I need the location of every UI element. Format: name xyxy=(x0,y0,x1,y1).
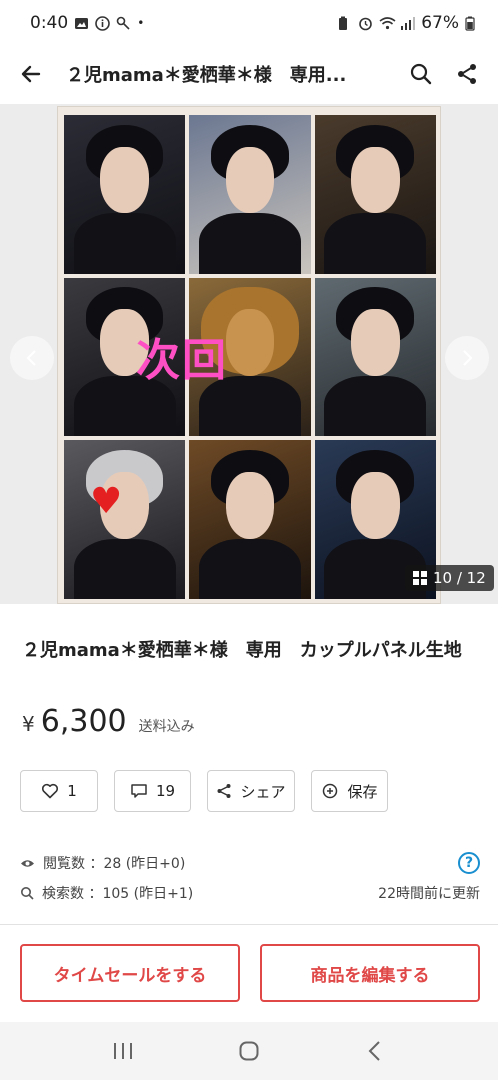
views-text: 閲覧数 ：28 (昨日+0) xyxy=(43,856,186,872)
stats-panel: 閲覧数 ：28 (昨日+0) ? 検索数 ：105 (昨日+1) 22時間前に更… xyxy=(20,848,480,908)
signal-icon xyxy=(400,16,416,31)
product-title: ２児mama＊愛栖華＊様 専用 カップルパネル生地 xyxy=(22,640,462,661)
system-back-button[interactable] xyxy=(355,1031,395,1071)
character-portrait xyxy=(189,115,311,274)
home-button[interactable] xyxy=(229,1031,269,1071)
comment-icon xyxy=(131,784,147,798)
chevron-right-icon xyxy=(463,350,473,366)
action-buttons: 1 19 シェア 保存 xyxy=(20,770,388,812)
eye-icon xyxy=(21,859,34,867)
next-image-button[interactable] xyxy=(445,336,489,380)
page-title: ２児mama＊愛栖華＊様 専用... xyxy=(66,65,347,86)
save-label: 保存 xyxy=(347,782,378,801)
search-icon xyxy=(21,887,34,900)
views-row: 閲覧数 ：28 (昨日+0) ? xyxy=(20,848,480,878)
time-sale-button[interactable]: タイムセールをする xyxy=(20,944,240,1002)
price-row: ¥ 6,300 送料込み xyxy=(22,704,195,739)
currency-symbol: ¥ xyxy=(22,712,35,736)
divider xyxy=(0,924,498,925)
back-arrow-icon xyxy=(21,65,41,83)
character-grid xyxy=(64,115,436,599)
overlay-text: 次回 xyxy=(136,335,228,386)
app-bar: ２児mama＊愛栖華＊様 専用... xyxy=(0,46,498,102)
character-portrait xyxy=(64,440,186,599)
save-plus-icon xyxy=(323,783,338,799)
like-count: 1 xyxy=(67,782,77,800)
back-chevron-icon xyxy=(368,1041,380,1061)
share-icon xyxy=(458,64,476,84)
previous-image-button[interactable] xyxy=(10,336,54,380)
info-notification-icon xyxy=(95,15,110,31)
search-icon xyxy=(410,63,432,85)
system-navigation-bar xyxy=(0,1022,498,1080)
recent-apps-icon xyxy=(114,1043,132,1059)
search-button[interactable] xyxy=(404,57,438,91)
battery-icon xyxy=(465,16,480,31)
share-label: シェア xyxy=(240,782,286,801)
image-counter[interactable]: 10 / 12 xyxy=(405,565,494,591)
share-icon xyxy=(217,784,231,798)
status-time: 0:40 xyxy=(30,13,69,33)
heart-icon: ♥ xyxy=(90,481,123,522)
bottom-buttons: タイムセールをする 商品を編集する xyxy=(20,944,480,1002)
character-portrait xyxy=(314,277,436,437)
battery-saver-icon xyxy=(337,16,352,31)
product-image[interactable] xyxy=(57,106,441,604)
character-portrait xyxy=(64,115,186,274)
grid-icon xyxy=(413,571,427,585)
gallery-notification-icon xyxy=(74,16,89,31)
updated-text: 22時間前に更新 xyxy=(378,886,480,902)
help-icon[interactable]: ? xyxy=(458,852,480,874)
price: 6,300 xyxy=(40,704,127,739)
more-notifications-dot: • xyxy=(137,16,145,30)
wifi-icon xyxy=(379,16,396,31)
image-counter-text: 10 / 12 xyxy=(433,569,486,587)
like-button[interactable]: 1 xyxy=(20,770,98,812)
character-portrait xyxy=(314,115,436,274)
back-button[interactable] xyxy=(14,57,48,91)
save-button[interactable]: 保存 xyxy=(311,770,388,812)
comment-count: 19 xyxy=(155,782,176,800)
heart-outline-icon xyxy=(42,783,59,799)
alarm-icon xyxy=(358,16,373,31)
status-left: 0:40 • xyxy=(30,13,144,33)
share-pill-button[interactable]: シェア xyxy=(207,770,295,812)
status-right: 67% xyxy=(337,13,480,33)
recent-apps-button[interactable] xyxy=(103,1031,143,1071)
comment-button[interactable]: 19 xyxy=(114,770,191,812)
key-notification-icon xyxy=(116,16,131,31)
shipping-note: 送料込み xyxy=(138,719,195,735)
status-bar: 0:40 • 67% xyxy=(0,0,498,46)
image-gallery[interactable]: 次回 ♥ 10 / 12 xyxy=(0,104,498,604)
home-icon xyxy=(239,1041,259,1061)
searches-text: 検索数 ：105 (昨日+1) xyxy=(42,886,194,902)
battery-percentage: 67% xyxy=(421,13,459,33)
edit-item-button[interactable]: 商品を編集する xyxy=(260,944,480,1002)
searches-row: 検索数 ：105 (昨日+1) 22時間前に更新 xyxy=(20,878,480,908)
share-button[interactable] xyxy=(450,57,484,91)
character-portrait xyxy=(189,440,311,599)
chevron-left-icon xyxy=(26,350,36,366)
